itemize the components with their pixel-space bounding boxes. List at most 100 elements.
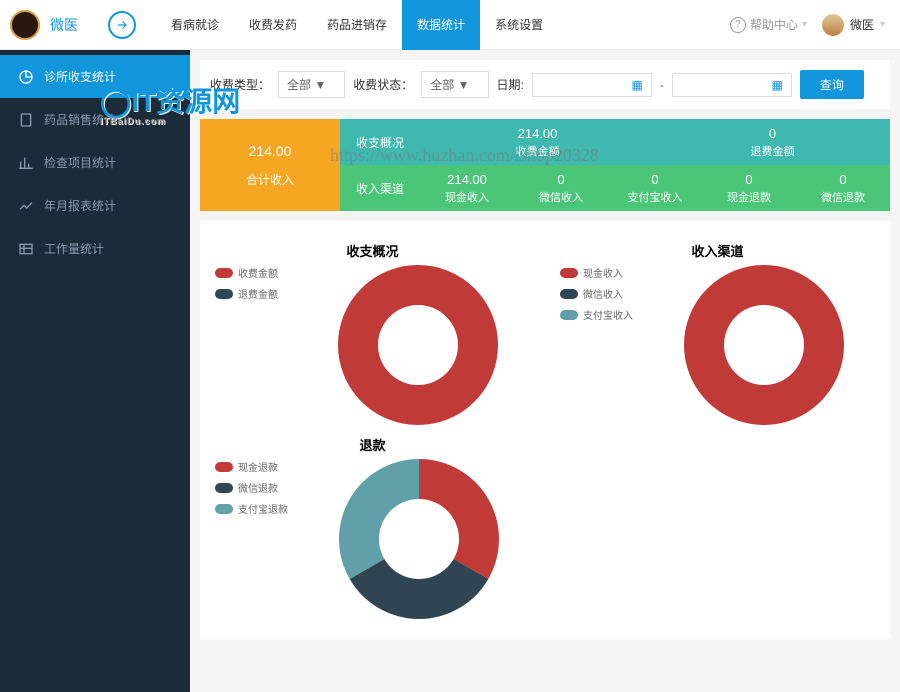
calendar-icon: ▦ [772,78,783,92]
nav-tab-stats[interactable]: 数据统计 [402,0,480,50]
legend-label: 现金收入 [583,265,623,280]
stats-summary: 214.00 合计收入 收支概况 214.00收费金额 0 退费金额 收入渠道 21… [200,119,890,211]
filter-type-select[interactable]: 全部 ▼ [278,71,345,98]
filter-status-label: 收费状态： [353,76,413,93]
legend-label: 退费金额 [238,286,278,301]
help-link[interactable]: ? 帮助中心 ▾ [730,16,807,33]
stat-value: 0 [769,126,776,141]
legend-swatch-icon [215,268,233,278]
sidebar-item-label: 年月报表统计 [44,197,116,214]
total-label: 合计收入 [246,171,294,188]
legend-swatch-icon [215,504,233,514]
donut-chart-icon [338,265,498,425]
stat-cell: 0 微信退款 [796,165,890,211]
sidebar-item-label: 药品销售统计 [44,111,116,128]
date-from-input[interactable]: ▦ [532,73,652,97]
sidebar-item-label: 诊所收支统计 [44,68,116,85]
filter-type-label: 收费类型： [210,76,270,93]
overview-strip: 收支概况 214.00收费金额 0 退费金额 [340,119,890,165]
legend-label: 支付宝退款 [238,501,288,516]
legend-swatch-icon [560,268,578,278]
sidebar-item-label: 工作量统计 [44,240,104,257]
nav-tab-charge[interactable]: 收费发药 [234,0,312,50]
donut-chart-icon [684,265,844,425]
sidebar-item-income[interactable]: 诊所收支统计 [0,55,190,98]
chart-title: 退款 [215,435,530,454]
legend-swatch-icon [560,310,578,320]
legend-swatch-icon [215,289,233,299]
stat-label: 现金退款 [727,189,771,205]
sidebar-item-sales[interactable]: 药品销售统计 [0,98,190,141]
legend-item[interactable]: 支付宝收入 [560,307,633,322]
stat-cell: 0 支付宝收入 [608,165,702,211]
filter-status-select[interactable]: 全部 ▼ [421,71,488,98]
app-header: 微医 看病就诊 收费发药 药品进销存 数据统计 系统设置 ? 帮助中心 ▾ 微医… [0,0,900,50]
legend-item[interactable]: 微信退款 [215,480,288,495]
chart-title: 收支概况 [215,241,530,260]
filter-date-label: 日期: [497,76,524,93]
sidebar-item-workload[interactable]: 工作量统计 [0,227,190,270]
legend-item[interactable]: 退费金额 [215,286,285,301]
channels-label: 收入渠道 [340,165,420,211]
stat-cell: 214.00收费金额 [420,119,655,165]
chevron-down-icon: ▾ [802,19,807,30]
total-value: 214.00 [249,143,292,159]
avatar-icon [822,14,844,36]
stat-value: 214.00 [447,172,487,187]
clipboard-icon [18,112,34,128]
brand-name: 微医 [50,15,78,35]
back-button[interactable] [108,11,136,39]
chart-legend: 现金退款微信退款支付宝退款 [215,459,288,516]
help-icon: ? [730,17,746,33]
user-name: 微医 [850,16,874,33]
legend-item[interactable]: 收费金额 [215,265,285,280]
chart-block: 收支概况 收费金额退费金额 [200,236,545,430]
stat-label: 退费金额 [751,143,795,159]
stat-label: 微信退款 [821,189,865,205]
stat-label: 微信收入 [539,189,583,205]
nav-tab-settings[interactable]: 系统设置 [480,0,558,50]
nav-tab-visit[interactable]: 看病就诊 [156,0,234,50]
filter-bar: 收费类型： 全部 ▼ 收费状态： 全部 ▼ 日期: ▦ - ▦ 查询 [200,60,890,109]
trend-icon [18,198,34,214]
table-icon [18,241,34,257]
legend-item[interactable]: 现金退款 [215,459,288,474]
nav-tab-inventory[interactable]: 药品进销存 [312,0,402,50]
stat-value: 0 [651,172,658,187]
legend-item[interactable]: 现金收入 [560,265,633,280]
help-label: 帮助中心 [750,16,798,33]
chart-legend: 现金收入微信收入支付宝收入 [560,265,633,322]
stat-label: 支付宝收入 [628,189,683,205]
charts-panel: 收支概况 收费金额退费金额 收入渠道 现金收入微信收入支付宝收入 退款 现金退款… [200,221,890,639]
header-right: ? 帮助中心 ▾ 微医 ▾ [730,14,900,36]
date-separator: - [660,78,664,92]
legend-label: 微信收入 [583,286,623,301]
calendar-icon: ▦ [632,78,643,92]
date-to-input[interactable]: ▦ [672,73,792,97]
query-button[interactable]: 查询 [800,70,864,99]
chart-block: 收入渠道 现金收入微信收入支付宝收入 [545,236,890,430]
user-menu[interactable]: 微医 ▾ [822,14,885,36]
legend-swatch-icon [215,483,233,493]
app-logo-icon [10,10,40,40]
stat-value: 214.00 [518,126,558,141]
overview-label: 收支概况 [340,119,420,165]
stat-value: 0 [839,172,846,187]
stat-cell: 0现金退款 [702,165,796,211]
nav-tabs: 看病就诊 收费发药 药品进销存 数据统计 系统设置 [156,0,558,50]
chart-title: 收入渠道 [560,241,875,260]
legend-label: 支付宝收入 [583,307,633,322]
stat-cell: 0 退费金额 [655,119,890,165]
legend-item[interactable]: 支付宝退款 [215,501,288,516]
legend-label: 收费金额 [238,265,278,280]
legend-item[interactable]: 微信收入 [560,286,633,301]
total-income-box: 214.00 合计收入 [200,119,340,211]
stat-cell: 214.00现金收入 [420,165,514,211]
sidebar-item-report[interactable]: 年月报表统计 [0,184,190,227]
sidebar: 诊所收支统计 药品销售统计 检查项目统计 年月报表统计 工作量统计 [0,50,190,692]
chart-block: 退款 现金退款微信退款支付宝退款 [200,430,545,624]
legend-swatch-icon [560,289,578,299]
stat-value: 0 [557,172,564,187]
sidebar-item-exam[interactable]: 检查项目统计 [0,141,190,184]
bar-chart-icon [18,155,34,171]
